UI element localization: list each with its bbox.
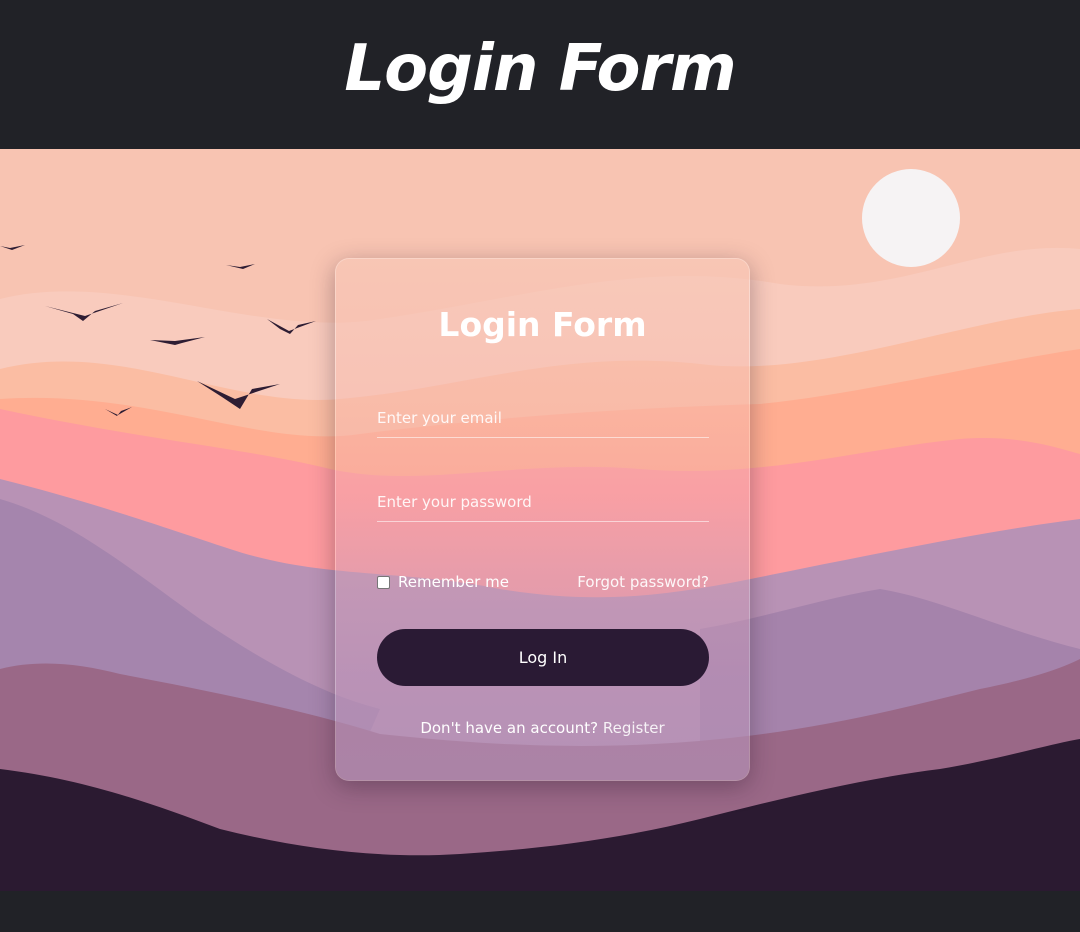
login-card: Login Form Remember me Forgot password? … [335,258,750,781]
remember-me[interactable]: Remember me [377,573,509,591]
landscape-background: Login Form Remember me Forgot password? … [0,149,1080,891]
options-row: Remember me Forgot password? [377,571,709,593]
sun-icon [862,169,960,267]
password-field [377,482,709,522]
top-bar: Login Form [0,0,1080,149]
password-input[interactable] [377,482,709,521]
remember-checkbox[interactable] [377,575,390,589]
remember-label: Remember me [398,573,509,591]
banner-title: Login Form [344,31,736,106]
register-prompt: Don't have an account? [420,719,599,737]
bottom-bar [0,891,1080,932]
login-button[interactable]: Log In [377,629,709,686]
register-row: Don't have an account? Register [336,719,749,737]
email-input[interactable] [377,398,709,437]
forgot-password-link[interactable]: Forgot password? [577,573,709,591]
form-title: Login Form [438,305,647,344]
email-field [377,398,709,438]
register-link[interactable]: Register [603,719,665,737]
